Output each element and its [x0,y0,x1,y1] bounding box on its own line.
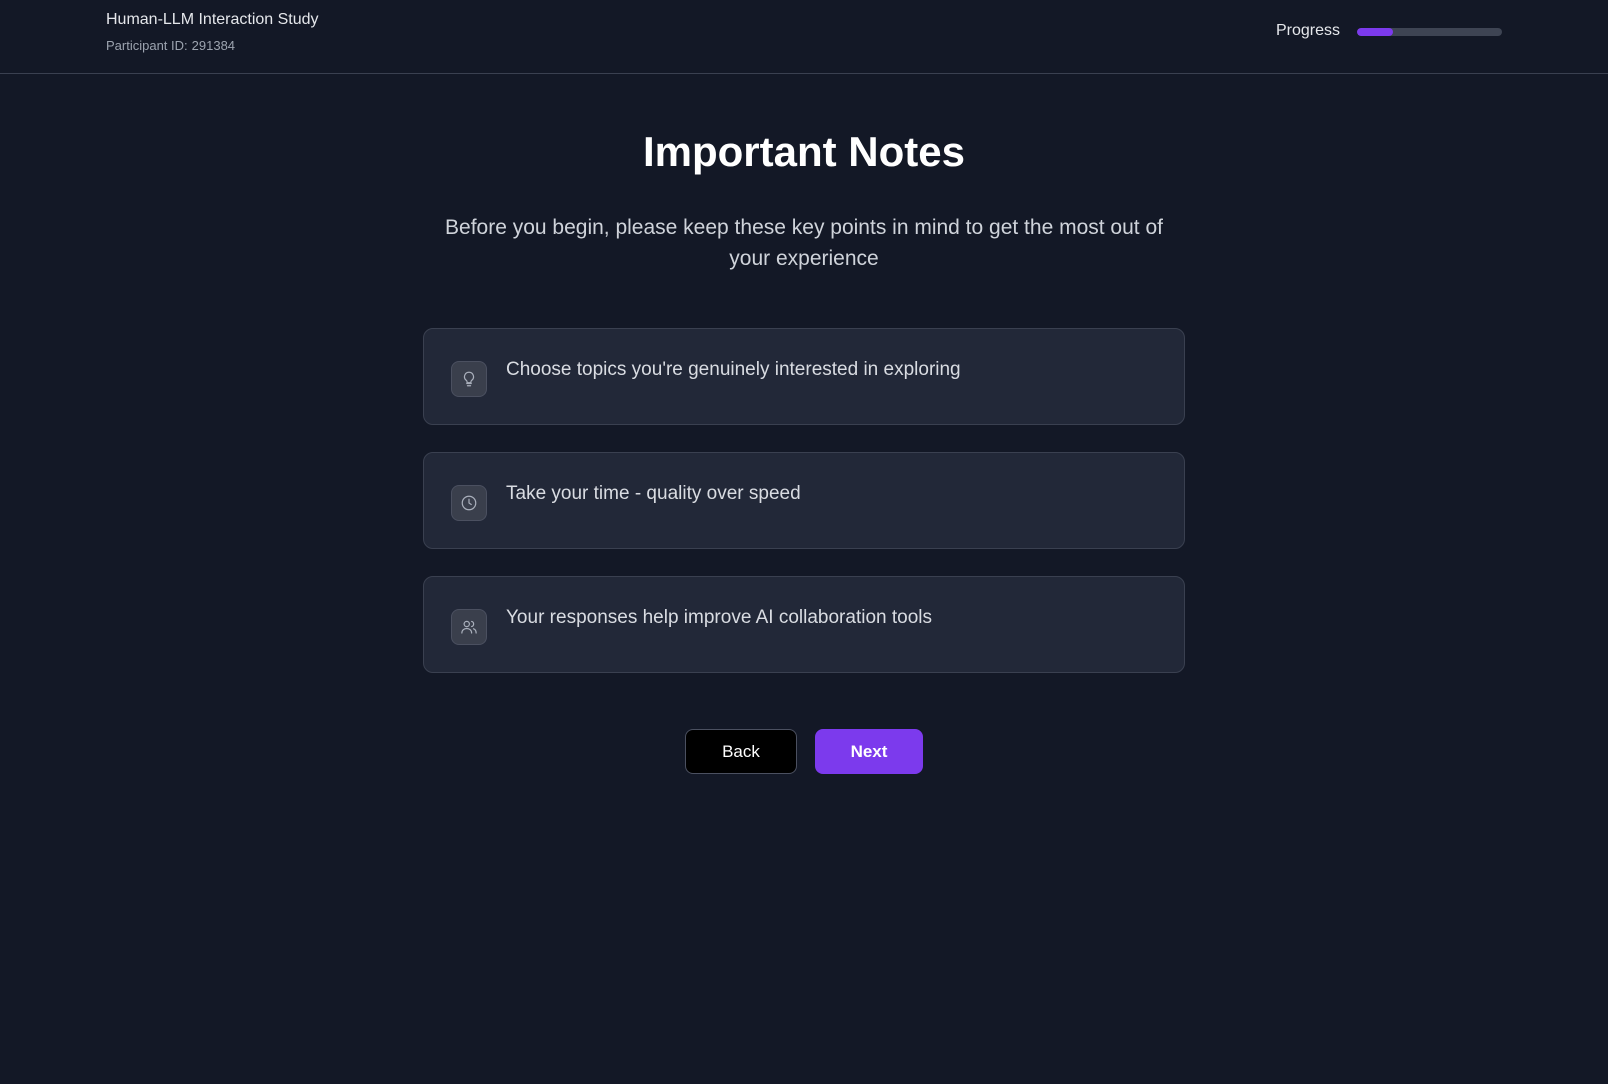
participant-info: Participant ID: 291384 [106,38,235,53]
progress-bar-fill [1357,28,1394,36]
progress-bar [1357,28,1502,36]
note-card-time: Take your time - quality over speed [423,452,1185,549]
users-icon [451,609,487,645]
participant-label: Participant ID: [106,38,188,53]
study-title: Human-LLM Interaction Study [106,11,319,28]
note-text: Take your time - quality over speed [506,483,801,504]
page-title: Important Notes [642,128,965,175]
clock-icon [451,485,487,521]
top-header: Human-LLM Interaction Study Participant … [0,0,1608,74]
lightbulb-icon [451,361,487,397]
note-text: Choose topics you're genuinely intereste… [506,359,961,380]
next-button[interactable]: Next [815,729,923,774]
participant-id: 291384 [191,38,236,53]
note-text: Your responses help improve AI collabora… [506,607,932,628]
back-button[interactable]: Back [685,729,797,774]
progress-label: Progress [1276,22,1341,39]
note-card-topics: Choose topics you're genuinely intereste… [423,328,1185,425]
note-card-responses: Your responses help improve AI collabora… [423,576,1185,673]
page-subtitle: Before you begin, please keep these key … [445,216,1163,270]
